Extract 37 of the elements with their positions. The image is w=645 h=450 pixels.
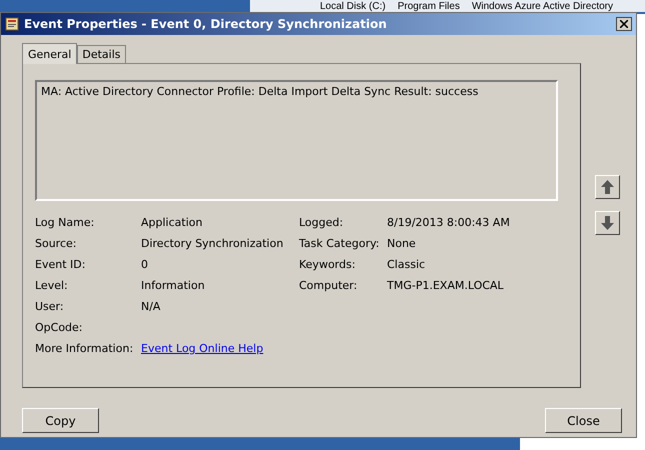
help-link[interactable]: Event Log Online Help (141, 342, 264, 355)
close-button[interactable] (616, 17, 632, 31)
field-value: Classic (387, 258, 426, 271)
field-value: TMG-P1.EXAM.LOCAL (387, 279, 504, 292)
dialog-button[interactable]: Copy (22, 408, 99, 433)
field-label: Log Name: (35, 216, 96, 229)
dialog-button[interactable]: Close (545, 408, 622, 433)
field-value: N/A (141, 300, 160, 313)
field-label: Logged: (299, 216, 344, 229)
breadcrumb-item[interactable]: Windows Azure Active Directory (472, 0, 613, 12)
field-label: Task Category: (299, 237, 380, 250)
field-value: 8/19/2013 8:00:43 AM (387, 216, 510, 229)
tab[interactable]: General (22, 43, 78, 64)
window-title: Event Properties - Event 0, Directory Synchronization (24, 17, 388, 31)
field-label: Computer: (299, 279, 358, 292)
up-arrow-icon (601, 180, 614, 194)
field-label: Source: (35, 237, 78, 250)
field-label: Event ID: (35, 258, 86, 271)
field-label: User: (35, 300, 65, 313)
event-log-icon (5, 17, 19, 31)
breadcrumb-item[interactable]: Local Disk (C:) (320, 0, 386, 12)
field-label: Keywords: (299, 258, 356, 271)
tab[interactable]: Details (77, 45, 126, 63)
field-value: Application (141, 216, 202, 229)
previous-button[interactable] (595, 175, 620, 199)
field-value: Information (141, 279, 205, 292)
field-label: More Information: (35, 342, 134, 355)
field-label: OpCode: (35, 321, 84, 334)
field-value: Directory Synchronization (141, 237, 284, 250)
down-arrow-icon (601, 216, 614, 230)
next-button[interactable] (595, 211, 620, 235)
message-box: MA: Active Directory Connector Profile: Delta Import Delta Sync Result: success (35, 80, 558, 201)
field-label: Level: (35, 279, 69, 292)
field-value: 0 (141, 258, 148, 271)
field-value: None (387, 237, 416, 250)
close-icon (620, 20, 628, 28)
breadcrumb-item[interactable]: Program Files (398, 0, 460, 12)
